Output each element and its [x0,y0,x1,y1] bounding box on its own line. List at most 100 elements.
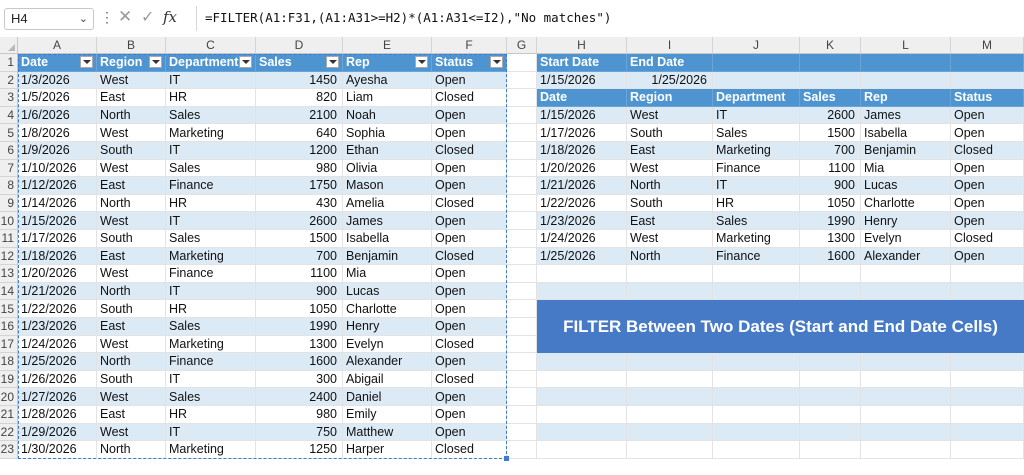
source-cell[interactable]: Amelia [343,194,432,213]
cell[interactable] [507,423,537,442]
source-cell[interactable]: 640 [256,124,343,142]
result-cell[interactable]: 1/18/2026 [537,142,627,160]
cell[interactable] [713,265,800,283]
source-cell[interactable]: Finance [166,265,256,283]
cell[interactable] [627,441,713,459]
cell[interactable] [537,370,627,389]
source-cell[interactable]: IT [166,71,256,90]
result-cell[interactable]: Evelyn [861,230,951,248]
result-cell[interactable]: Marketing [713,142,800,160]
cell[interactable] [713,423,800,442]
cell[interactable] [507,230,537,248]
source-cell[interactable]: Open [432,159,507,178]
source-cell[interactable]: Open [432,230,507,248]
cell[interactable] [537,406,627,424]
source-cell[interactable]: 1/9/2026 [18,142,97,160]
source-cell[interactable]: East [97,247,166,266]
cell[interactable] [861,441,951,459]
source-cell[interactable]: West [97,124,166,142]
source-cell[interactable]: 2600 [256,212,343,230]
cell[interactable] [951,265,1024,283]
source-cell[interactable]: West [97,212,166,230]
source-cell[interactable]: 1990 [256,318,343,336]
source-cell[interactable]: Lucas [343,282,432,301]
source-cell[interactable]: 1/12/2026 [18,177,97,195]
criteria-header-cell[interactable] [800,54,861,72]
row-header-18[interactable]: 18 [0,353,18,371]
source-cell[interactable]: 900 [256,282,343,301]
source-cell[interactable]: 1/24/2026 [18,335,97,354]
row-header-15[interactable]: 15 [0,300,18,318]
cell[interactable] [861,423,951,442]
source-cell[interactable]: South [97,230,166,248]
result-cell[interactable]: East [627,142,713,160]
source-cell[interactable]: 1/8/2026 [18,124,97,142]
source-cell[interactable]: Daniel [343,388,432,406]
cell[interactable] [861,406,951,424]
source-cell[interactable]: North [97,194,166,213]
cell[interactable] [507,441,537,459]
column-header-j[interactable]: J [713,37,800,54]
result-cell[interactable]: Isabella [861,124,951,142]
source-cell[interactable]: Marketing [166,247,256,266]
spreadsheet-grid[interactable]: A B C D E F G H I J K L M 1 2 3 4 5 6 7 8 9 10 11 12 13 14 15 16 17 18… [0,37,1024,475]
source-cell[interactable]: Open [432,177,507,195]
row-header-3[interactable]: 3 [0,89,18,107]
cell[interactable] [627,265,713,283]
source-cell[interactable]: Sales [166,388,256,406]
column-header-e[interactable]: E [343,37,432,54]
source-cell[interactable]: South [97,142,166,160]
result-cell[interactable]: Henry [861,212,951,230]
source-cell[interactable]: 750 [256,423,343,442]
cell[interactable] [800,406,861,424]
criteria-header-cell[interactable] [713,54,800,72]
result-header-date[interactable]: Date [537,89,627,107]
cell[interactable] [800,282,861,301]
source-cell[interactable]: Sales [166,159,256,178]
fill-handle[interactable] [504,455,509,461]
select-all-corner[interactable] [0,37,18,54]
cell[interactable] [861,353,951,371]
source-cell[interactable]: 300 [256,370,343,389]
column-header-d[interactable]: D [256,37,343,54]
source-cell[interactable]: IT [166,212,256,230]
result-cell[interactable]: 1/21/2026 [537,177,627,195]
criteria-value-cell[interactable] [951,71,1024,90]
column-header-a[interactable]: A [18,37,97,54]
row-header-6[interactable]: 6 [0,142,18,160]
result-header-rep[interactable]: Rep [861,89,951,107]
cell[interactable] [507,353,537,371]
source-cell[interactable]: Sophia [343,124,432,142]
source-cell[interactable]: IT [166,142,256,160]
cell[interactable] [507,177,537,195]
cell[interactable] [507,282,537,301]
source-cell[interactable]: Closed [432,441,507,459]
source-cell[interactable]: HR [166,406,256,424]
cell[interactable] [537,423,627,442]
source-cell[interactable]: 1600 [256,353,343,371]
result-cell[interactable]: Closed [951,142,1024,160]
source-cell[interactable]: Closed [432,194,507,213]
cell[interactable] [951,406,1024,424]
source-cell[interactable]: 1200 [256,142,343,160]
source-cell[interactable]: 1/23/2026 [18,318,97,336]
result-cell[interactable]: 1100 [800,159,861,178]
result-cell[interactable]: Open [951,124,1024,142]
result-cell[interactable]: West [627,106,713,125]
source-cell[interactable]: Henry [343,318,432,336]
source-cell[interactable]: West [97,423,166,442]
cell[interactable] [507,318,537,336]
result-header-department[interactable]: Department [713,89,800,107]
result-cell[interactable]: Finance [713,159,800,178]
source-header-rep[interactable]: Rep [343,54,432,72]
cell[interactable] [537,353,627,371]
source-cell[interactable]: 1100 [256,265,343,283]
source-cell[interactable]: 1/10/2026 [18,159,97,178]
result-cell[interactable]: Lucas [861,177,951,195]
result-cell[interactable]: Open [951,159,1024,178]
column-header-f[interactable]: F [432,37,507,54]
column-header-c[interactable]: C [166,37,256,54]
cell[interactable] [507,388,537,406]
source-cell[interactable]: Olivia [343,159,432,178]
source-cell[interactable]: IT [166,282,256,301]
